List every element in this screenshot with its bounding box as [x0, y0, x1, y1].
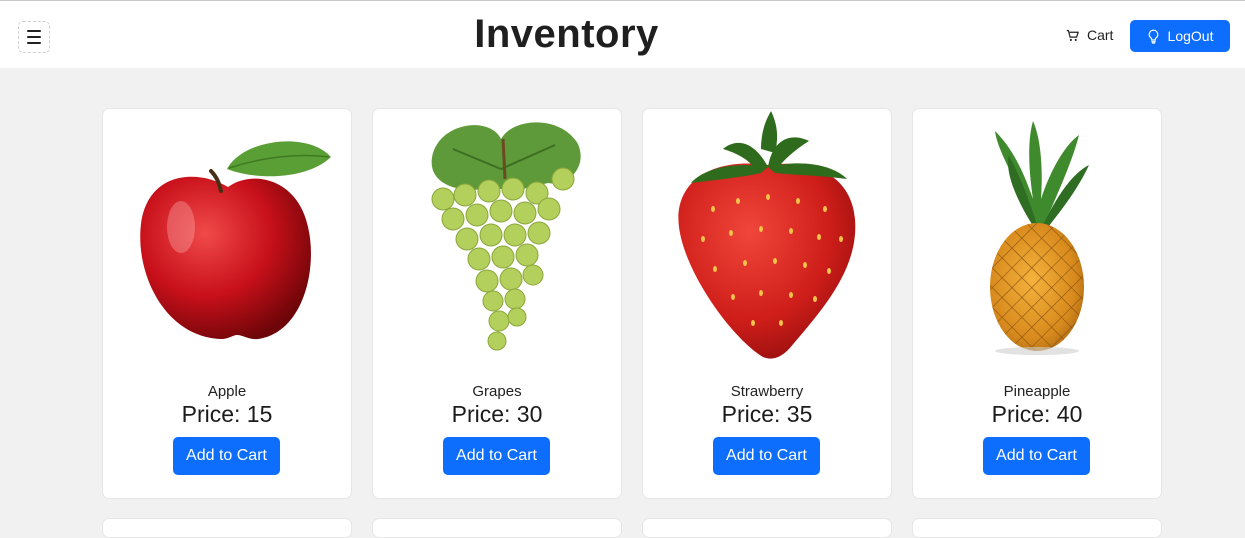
page-title: Inventory: [474, 12, 659, 56]
product-card-partial: [102, 518, 352, 538]
product-card-partial: [372, 518, 622, 538]
product-card-apple: Apple Price: 15 Add to Cart: [102, 108, 352, 499]
add-to-cart-button[interactable]: Add to Cart: [443, 437, 550, 475]
product-price: Price: 40: [991, 401, 1083, 427]
grapes-image: [431, 122, 581, 351]
add-to-cart-button[interactable]: Add to Cart: [173, 437, 280, 475]
product-card-pineapple: Pineapple Price: 40 Add to Cart: [912, 108, 1162, 499]
product-price: Price: 15: [181, 401, 273, 427]
product-price: Price: 35: [721, 401, 813, 427]
product-name: Grapes: [472, 383, 522, 400]
product-name: Pineapple: [1003, 383, 1071, 400]
navbar: Inventory Cart LogOut: [0, 4, 1245, 68]
cart-icon: [1066, 29, 1079, 41]
logout-label: LogOut: [1167, 28, 1214, 44]
product-card-partial: [642, 518, 892, 538]
strawberry-image: [678, 111, 856, 359]
logout-button[interactable]: LogOut: [1130, 20, 1230, 52]
product-card-strawberry: Strawberry Price: 35 Add to Cart: [642, 108, 892, 499]
pineapple-image: [990, 121, 1089, 355]
cart-label: Cart: [1087, 27, 1114, 43]
apple-image: [140, 141, 331, 340]
product-name: Apple: [207, 383, 247, 400]
cart-link[interactable]: Cart: [1066, 27, 1113, 43]
add-to-cart-button[interactable]: Add to Cart: [713, 437, 820, 475]
product-card-partial: [912, 518, 1162, 538]
product-name: Strawberry: [730, 383, 804, 400]
lightbulb-icon: [1148, 29, 1158, 44]
product-price: Price: 30: [451, 401, 543, 427]
add-to-cart-button[interactable]: Add to Cart: [983, 437, 1090, 475]
product-card-grapes: Grapes Price: 30 Add to Cart: [372, 108, 622, 499]
